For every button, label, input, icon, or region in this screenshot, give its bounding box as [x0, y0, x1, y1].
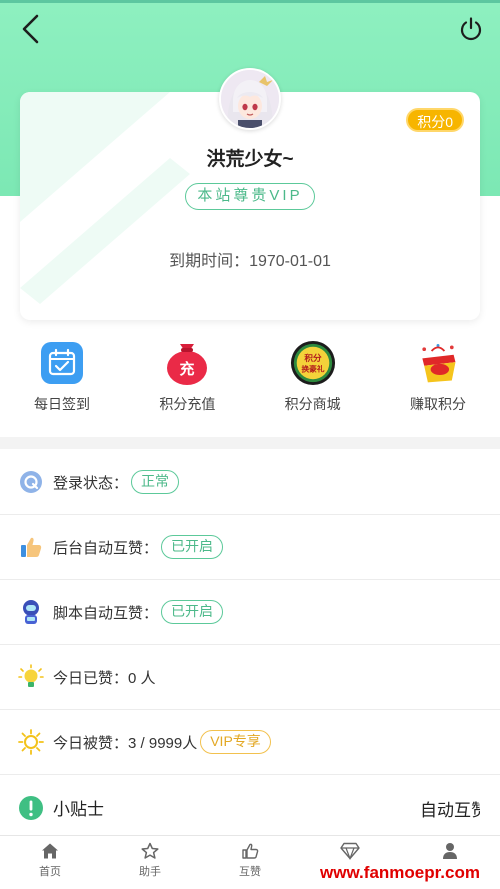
- back-arrow-icon: [22, 14, 39, 44]
- points-badge[interactable]: 积分0: [406, 108, 464, 132]
- quick-label-earn: 赚取积分: [409, 396, 466, 412]
- quick-daily-checkin[interactable]: 每日签到: [12, 340, 112, 420]
- expire-date: 到期时间：1970-01-01: [20, 247, 480, 271]
- received-today-label: 今日被赞：3 / 9999人: [53, 734, 198, 752]
- user-icon: [443, 843, 457, 859]
- svg-text:换豪礼: 换豪礼: [301, 364, 324, 374]
- quick-actions: 每日签到 充 积分充值 积分 换豪礼 积分商城 赚取积分: [0, 340, 500, 420]
- liked-today-label: 今日已赞：0 人: [53, 669, 156, 687]
- list-item-received-today: 今日被赞：3 / 9999人 VIP专享: [0, 710, 500, 775]
- svg-text:积分: 积分: [304, 352, 322, 364]
- lightbulb-icon: [18, 664, 44, 690]
- thumbs-up-icon: [18, 534, 44, 560]
- expire-value: 1970-01-01: [249, 253, 331, 270]
- status-strip: [0, 0, 500, 3]
- tab-assistant[interactable]: 助手: [110, 842, 190, 879]
- power-icon: [460, 17, 482, 41]
- list-item-login-status: 登录状态： 正常: [0, 450, 500, 515]
- tip-marquee: 自动互赞: [420, 801, 480, 820]
- star-icon: [141, 842, 159, 859]
- list-item-script-like: 脚本自动互赞： 已开启: [0, 580, 500, 645]
- diamond-icon: [340, 842, 360, 860]
- tab-label-mutual-like: 互赞: [239, 866, 261, 878]
- recharge-icon-text: 充: [180, 360, 195, 378]
- quick-label-mall: 积分商城: [284, 396, 341, 412]
- script-like-badge: 已开启: [161, 600, 224, 624]
- expire-label: 到期时间：: [169, 253, 250, 270]
- list-item-liked-today: 今日已赞：0 人: [0, 645, 500, 710]
- gift-box-icon: [415, 340, 461, 386]
- tab-label-home: 首页: [39, 866, 61, 878]
- avatar-container[interactable]: [219, 68, 281, 130]
- vip-exclusive-badge[interactable]: VIP专享: [200, 730, 271, 754]
- quick-recharge[interactable]: 充 积分充值: [137, 340, 237, 420]
- q-circle-icon: [18, 469, 44, 495]
- vip-tag: 本站尊贵VIP: [185, 183, 315, 210]
- sun-icon: [18, 729, 44, 755]
- quick-label-recharge: 积分充值: [159, 396, 216, 412]
- tab-mutual-like[interactable]: 互赞: [210, 842, 290, 879]
- status-list: 登录状态： 正常 后台自动互赞： 已开启 脚本自动互赞： 已开启 今日已赞：0 …: [0, 450, 500, 840]
- thumbs-up-icon: [242, 843, 259, 859]
- login-status-badge: 正常: [131, 470, 180, 494]
- quick-label-checkin: 每日签到: [34, 396, 90, 412]
- quick-points-mall[interactable]: 积分 换豪礼 积分商城: [263, 340, 363, 420]
- section-divider: [0, 437, 500, 449]
- tab-home[interactable]: 首页: [10, 842, 90, 879]
- points-mall-badge-icon: 积分 换豪礼: [290, 340, 336, 386]
- tab-label-assistant: 助手: [139, 866, 161, 878]
- script-like-label: 脚本自动互赞：: [53, 604, 159, 622]
- robot-icon: [18, 599, 44, 625]
- calendar-check-icon: [39, 340, 85, 386]
- login-status-label: 登录状态：: [53, 474, 129, 492]
- background-like-label: 后台自动互赞：: [53, 539, 159, 557]
- background-like-badge: 已开启: [161, 535, 224, 559]
- tip-label: 小贴士: [53, 800, 104, 819]
- username: 洪荒少女~: [206, 149, 294, 170]
- avatar[interactable]: [219, 68, 281, 130]
- recharge-bag-icon: 充: [164, 340, 210, 386]
- list-item-background-like: 后台自动互赞： 已开启: [0, 515, 500, 580]
- logout-button[interactable]: [454, 12, 488, 46]
- list-item-tip: 小贴士 自动互赞: [0, 775, 500, 840]
- quick-earn-points[interactable]: 赚取积分: [388, 340, 488, 420]
- site-watermark: www.fanmoepr.com: [300, 860, 500, 889]
- exclamation-circle-icon: [18, 795, 44, 821]
- home-icon: [42, 843, 58, 859]
- avatar-image: [221, 70, 279, 128]
- back-button[interactable]: [14, 12, 48, 46]
